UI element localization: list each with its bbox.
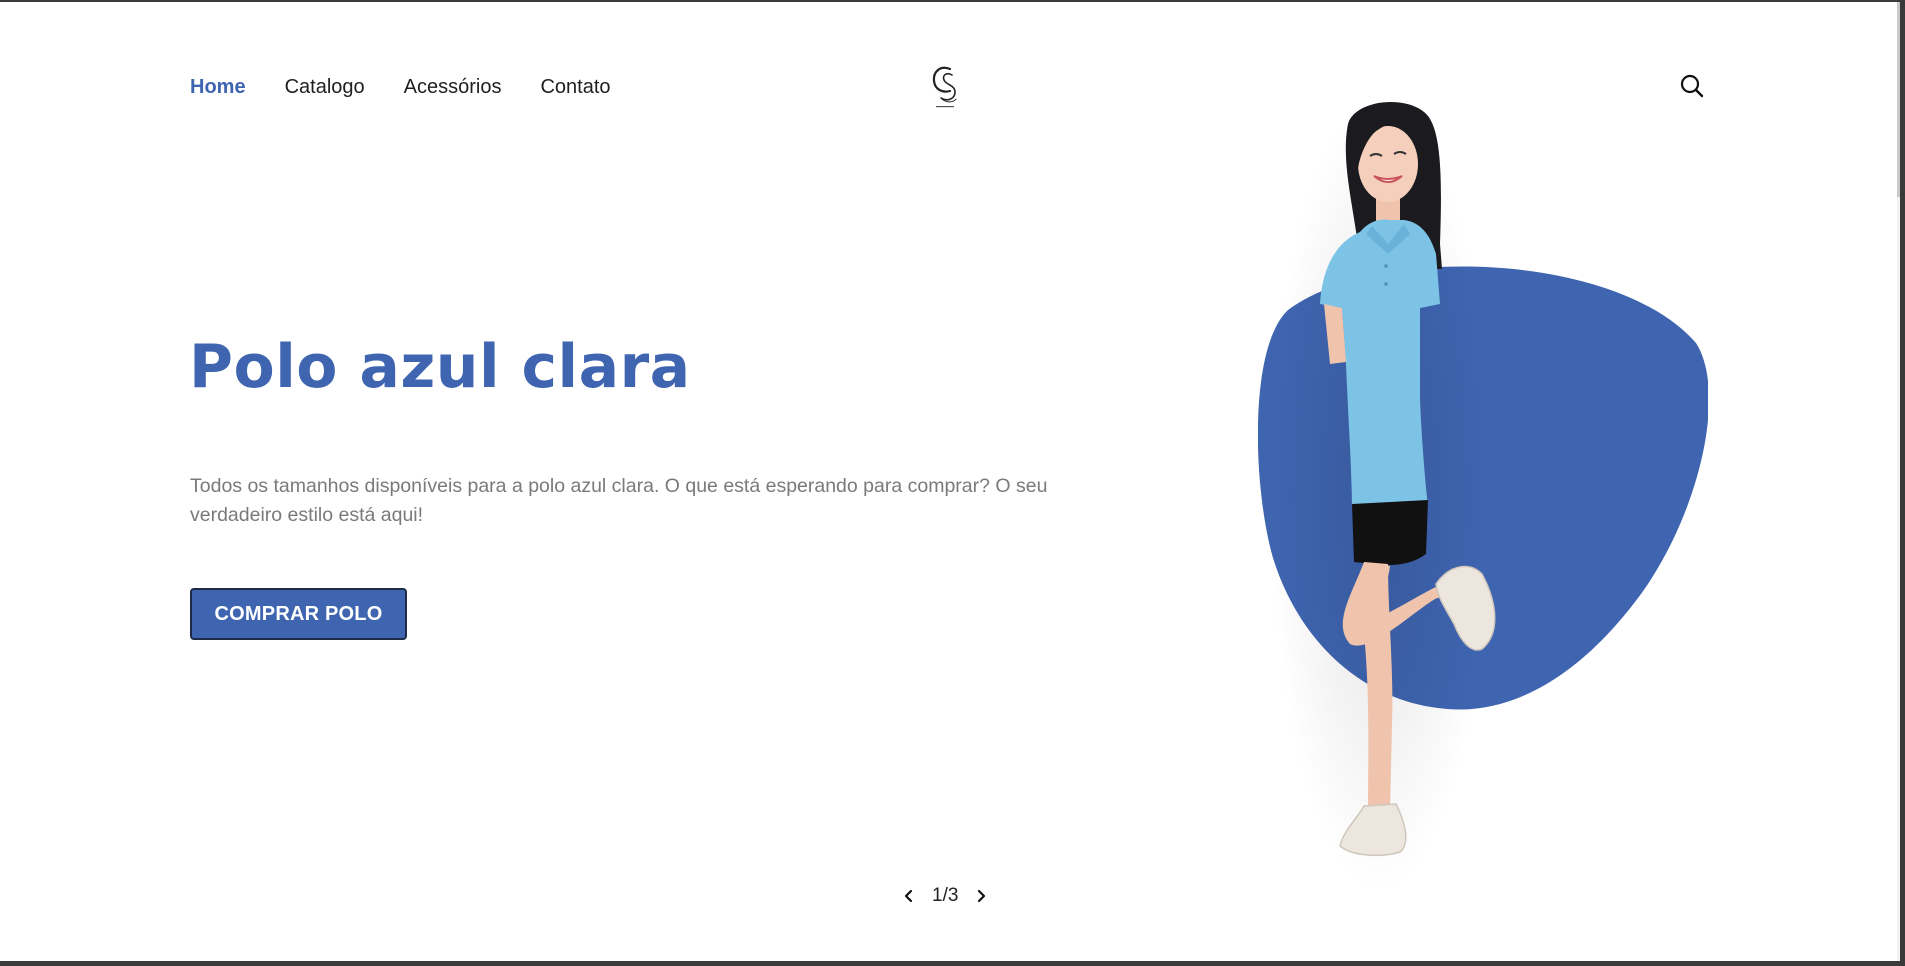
slider-prev-button[interactable] xyxy=(900,887,918,905)
cs-monogram-logo[interactable] xyxy=(928,62,962,112)
hero-title: Polo azul clara xyxy=(189,332,691,402)
hero-model-image xyxy=(1270,94,1496,894)
chevron-left-icon xyxy=(904,889,913,903)
nav-catalogo-link[interactable]: Catalogo xyxy=(285,76,365,99)
scrollbar-thumb[interactable] xyxy=(1897,2,1900,197)
hero-description: Todos os tamanhos disponíveis para a pol… xyxy=(190,475,1048,526)
slider-counter: 1/3 xyxy=(932,885,959,906)
buy-polo-button[interactable]: COMPRAR POLO xyxy=(190,588,407,640)
slider-next-button[interactable] xyxy=(972,887,990,905)
nav-acessorios-link[interactable]: Acessórios xyxy=(404,76,502,99)
nav-home-link[interactable]: Home xyxy=(190,76,246,99)
page-viewport: Home Catalogo Acessórios Contato Polo az… xyxy=(0,2,1900,961)
search-button[interactable] xyxy=(1679,73,1705,99)
scrollbar-track[interactable] xyxy=(1897,2,1900,961)
nav-contato-link[interactable]: Contato xyxy=(540,76,610,99)
main-nav: Home Catalogo Acessórios Contato xyxy=(190,76,650,99)
chevron-right-icon xyxy=(978,889,986,903)
search-icon xyxy=(1680,74,1704,98)
slider-pager: 1/3 xyxy=(900,885,990,907)
